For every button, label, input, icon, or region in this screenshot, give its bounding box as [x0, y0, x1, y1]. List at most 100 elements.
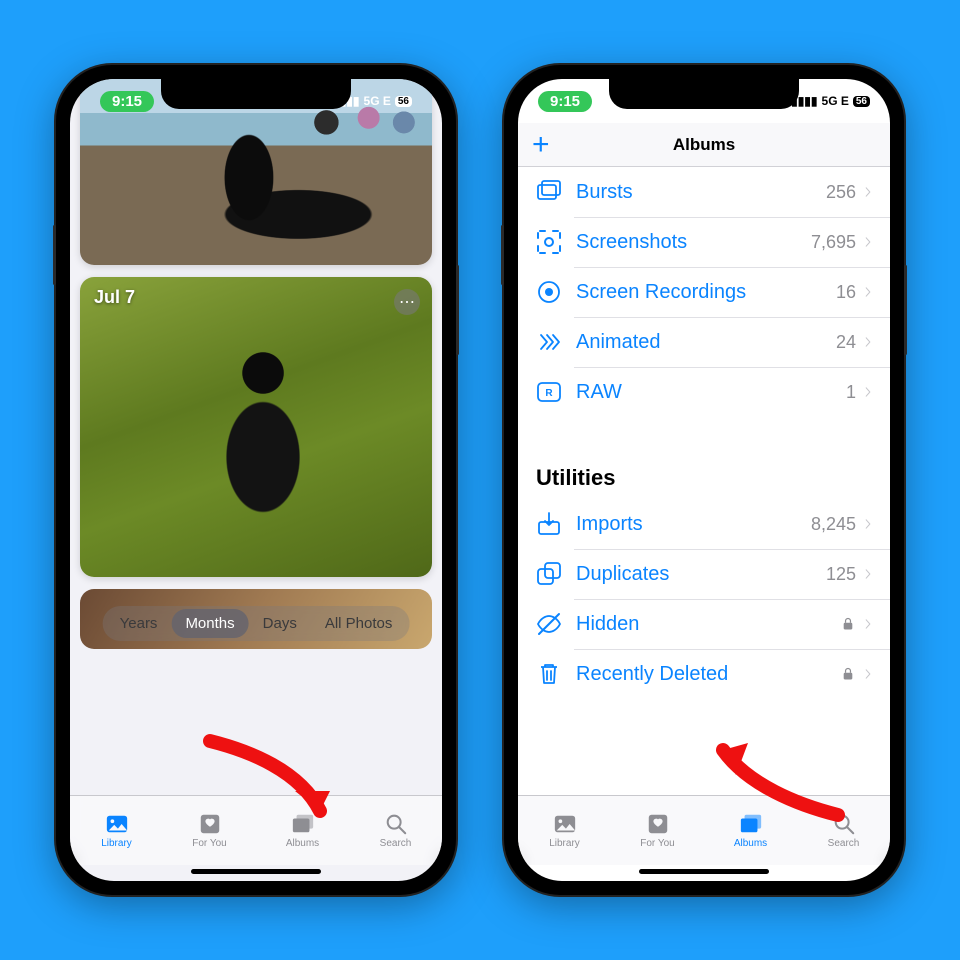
row-count: 24	[836, 332, 856, 353]
home-indicator[interactable]	[70, 865, 442, 881]
status-time: 9:15	[538, 91, 592, 112]
chevron-right-icon	[862, 665, 874, 683]
recordings-icon	[536, 279, 562, 305]
row-raw[interactable]: RAW1	[518, 367, 890, 417]
tab-label: Albums	[286, 838, 319, 849]
row-bursts[interactable]: Bursts256	[518, 167, 890, 217]
tab-label: Search	[380, 838, 412, 849]
hidden-icon	[536, 611, 562, 637]
notch	[609, 79, 799, 109]
day-card-jul7[interactable]: Jul 7 ⋯	[80, 277, 432, 577]
row-count: 1	[846, 382, 856, 403]
segment-days[interactable]: Days	[249, 609, 311, 638]
more-button[interactable]: ⋯	[394, 289, 420, 315]
tab-albums[interactable]: Albums	[256, 796, 349, 865]
segment-months[interactable]: Months	[171, 609, 248, 638]
next-card-peek[interactable]: Years Months Days All Photos	[80, 589, 432, 649]
row-count: 16	[836, 282, 856, 303]
view-segmented-control[interactable]: Years Months Days All Photos	[103, 606, 410, 641]
tab-label: For You	[640, 838, 674, 849]
row-label: Animated	[576, 331, 836, 354]
tab-label: For You	[192, 838, 226, 849]
row-label: Duplicates	[576, 563, 826, 586]
chevron-right-icon	[862, 383, 874, 401]
tab-library[interactable]: Library	[70, 796, 163, 865]
tab-bar: Library For You Albums Search	[70, 795, 442, 865]
raw-icon	[536, 379, 562, 405]
segment-years[interactable]: Years	[106, 609, 172, 638]
tab-foryou[interactable]: For You	[163, 796, 256, 865]
status-time: 9:15	[100, 91, 154, 112]
utilities-header: Utilities	[518, 437, 890, 499]
tab-library[interactable]: Library	[518, 796, 611, 865]
screen-albums: 9:15 ▮▮▮▮ 5G E 56 + Albums Bursts256Scre…	[518, 79, 890, 881]
notch	[161, 79, 351, 109]
row-duplicates[interactable]: Duplicates125	[518, 549, 890, 599]
row-count: 256	[826, 182, 856, 203]
chevron-right-icon	[862, 233, 874, 251]
albums-icon	[738, 812, 764, 836]
nav-bar: + Albums	[518, 123, 890, 167]
tab-label: Albums	[734, 838, 767, 849]
row-recordings[interactable]: Screen Recordings16	[518, 267, 890, 317]
day-title: Jul 7	[94, 287, 135, 308]
screen-library: 9:15 ▮▮▮▮ 5G E 56 July 2020 Jul 7 ⋯	[70, 79, 442, 881]
row-animated[interactable]: Animated24	[518, 317, 890, 367]
phone-left: 9:15 ▮▮▮▮ 5G E 56 July 2020 Jul 7 ⋯	[56, 65, 456, 895]
tab-search[interactable]: Search	[797, 796, 890, 865]
tab-label: Library	[101, 838, 132, 849]
chevron-right-icon	[862, 615, 874, 633]
battery-badge: 56	[395, 96, 412, 107]
carrier-label: 5G E	[822, 94, 849, 108]
library-icon	[552, 812, 578, 836]
status-right: ▮▮▮▮ 5G E 56	[791, 94, 870, 108]
home-indicator[interactable]	[518, 865, 890, 881]
tab-search[interactable]: Search	[349, 796, 442, 865]
foryou-icon	[197, 812, 223, 836]
imports-icon	[536, 511, 562, 537]
bursts-icon	[536, 179, 562, 205]
row-label: Imports	[576, 513, 811, 536]
row-hidden[interactable]: Hidden	[518, 599, 890, 649]
row-trash[interactable]: Recently Deleted	[518, 649, 890, 699]
row-count: 7,695	[811, 232, 856, 253]
row-label: Recently Deleted	[576, 663, 840, 686]
albums-list[interactable]: Bursts256Screenshots7,695Screen Recordin…	[518, 167, 890, 795]
library-scroll[interactable]: 9:15 ▮▮▮▮ 5G E 56 July 2020 Jul 7 ⋯	[70, 79, 442, 795]
battery-badge: 56	[853, 96, 870, 107]
row-label: Bursts	[576, 181, 826, 204]
search-icon	[383, 812, 409, 836]
tab-label: Search	[828, 838, 860, 849]
row-label: Hidden	[576, 613, 840, 636]
row-imports[interactable]: Imports8,245	[518, 499, 890, 549]
tab-foryou[interactable]: For You	[611, 796, 704, 865]
library-icon	[104, 812, 130, 836]
chevron-right-icon	[862, 515, 874, 533]
trash-icon	[536, 661, 562, 687]
row-label: Screenshots	[576, 231, 811, 254]
tab-label: Library	[549, 838, 580, 849]
search-icon	[831, 812, 857, 836]
screenshots-icon	[536, 229, 562, 255]
tab-albums[interactable]: Albums	[704, 796, 797, 865]
tab-bar: Library For You Albums Search	[518, 795, 890, 865]
chevron-right-icon	[862, 565, 874, 583]
chevron-right-icon	[862, 333, 874, 351]
albums-icon	[290, 812, 316, 836]
row-screenshots[interactable]: Screenshots7,695	[518, 217, 890, 267]
row-count: 125	[826, 564, 856, 585]
carrier-label: 5G E	[364, 94, 391, 108]
row-label: Screen Recordings	[576, 281, 836, 304]
lock-icon	[840, 615, 856, 633]
row-label: RAW	[576, 381, 846, 404]
segment-allphotos[interactable]: All Photos	[311, 609, 407, 638]
row-count: 8,245	[811, 514, 856, 535]
phone-right: 9:15 ▮▮▮▮ 5G E 56 + Albums Bursts256Scre…	[504, 65, 904, 895]
animated-icon	[536, 329, 562, 355]
add-album-button[interactable]: +	[532, 130, 550, 160]
duplicates-icon	[536, 561, 562, 587]
chevron-right-icon	[862, 283, 874, 301]
lock-icon	[840, 665, 856, 683]
chevron-right-icon	[862, 183, 874, 201]
nav-title: Albums	[673, 135, 735, 155]
